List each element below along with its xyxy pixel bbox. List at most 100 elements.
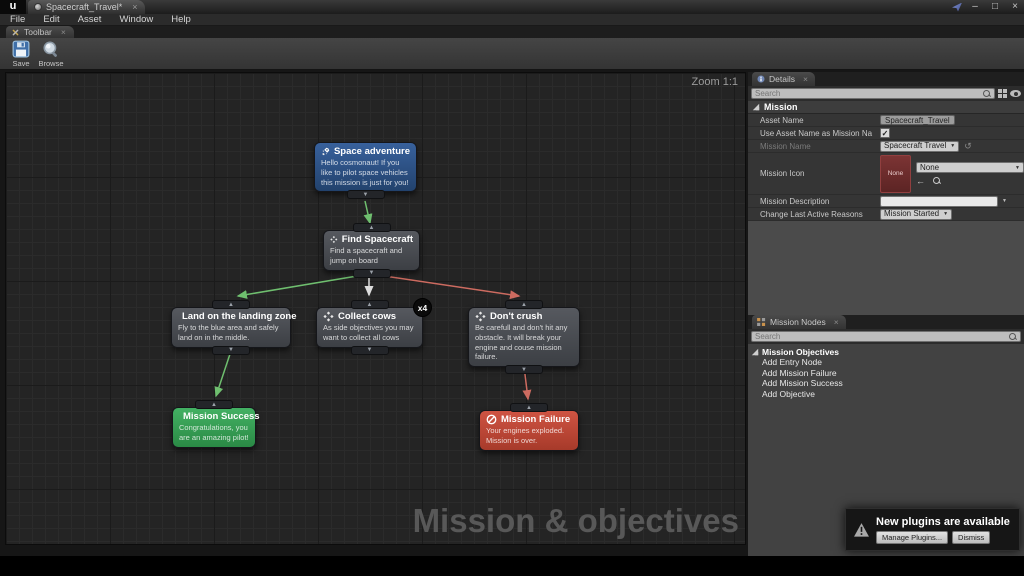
mission-nodes-tab[interactable]: Mission Nodes ×	[752, 315, 846, 329]
no-entry-icon	[486, 414, 497, 425]
chevron-down-icon: ▼	[1015, 164, 1020, 171]
use-asset-name-checkbox[interactable]: ✓	[880, 128, 890, 138]
use-asset-name-label: Use Asset Name as Mission Na	[760, 128, 873, 138]
node-title: Don't crush	[490, 311, 543, 322]
output-pin[interactable]: ▼	[352, 268, 391, 278]
input-pin[interactable]: ▲	[352, 223, 391, 232]
input-pin[interactable]: ▲	[350, 300, 389, 309]
chevron-down-icon: ▼	[943, 211, 949, 217]
node-title: Find Spacecraft	[341, 234, 413, 245]
chevron-down-icon[interactable]: ▼	[1002, 198, 1007, 204]
use-asset-name-row: Use Asset Name as Mission Na ✓	[748, 127, 1024, 140]
last-active-reasons-dropdown[interactable]: Mission Started ▼	[880, 208, 953, 220]
mission-icon-row: Mission Icon None None ▼ ←	[748, 153, 1024, 195]
add-objective-item[interactable]: Add Objective	[748, 389, 1024, 400]
menu-window[interactable]: Window	[119, 14, 153, 25]
mission-objectives-category[interactable]: Mission Objectives	[748, 346, 1024, 357]
menu-asset[interactable]: Asset	[78, 14, 102, 25]
objective-diamond-icon	[475, 311, 486, 322]
details-tab-label: Details	[769, 74, 795, 84]
mission-icon-dropdown[interactable]: None ▼	[916, 162, 1024, 173]
browse-asset-icon[interactable]	[933, 177, 941, 185]
node-collect-cows[interactable]: Collect cows As side objectives you may …	[316, 298, 432, 355]
details-empty-area	[748, 221, 1024, 315]
details-search-row	[748, 86, 1024, 101]
wrench-icon	[12, 29, 19, 35]
menu-file[interactable]: File	[10, 14, 25, 25]
add-entry-node-item[interactable]: Add Entry Node	[748, 357, 1024, 368]
reset-to-default-icon[interactable]: ↺	[964, 141, 972, 152]
node-description: Be carefull and don't hit any obstacle. …	[475, 323, 568, 362]
chevron-down-icon: ▼	[950, 143, 956, 149]
manage-plugins-button[interactable]: Manage Plugins...	[876, 530, 949, 544]
node-description: Hello cosmonaut! If you like to pilot sp…	[321, 158, 409, 187]
count-badge: x4	[413, 298, 432, 317]
mission-description-input[interactable]	[880, 195, 998, 207]
input-pin[interactable]: ▲	[212, 300, 250, 309]
node-description: Find a spacecraft and jump on board	[330, 246, 403, 265]
rocket-icon	[322, 147, 330, 156]
asset-tab[interactable]: Spacecraft_Travel* ×	[28, 0, 146, 14]
asset-name-label: Asset Name	[760, 115, 804, 125]
asset-tab-close-icon[interactable]: ×	[132, 2, 137, 12]
node-mission-success[interactable]: Mission Success Congratulations, you are…	[172, 400, 260, 448]
input-pin[interactable]: ▲	[195, 400, 233, 409]
menu-bar: File Edit Asset Window Help	[0, 14, 1024, 26]
details-search-input[interactable]	[755, 89, 983, 98]
node-dont-crush[interactable]: Don't crush Be carefull and don't hit an…	[468, 300, 580, 374]
node-title: Land on the landing zone	[182, 311, 297, 322]
node-find-spacecraft[interactable]: Find Spacecraft Find a spacecraft and ju…	[323, 223, 420, 278]
warning-triangle-icon	[853, 522, 869, 537]
mission-name-label: Mission Name	[760, 141, 811, 151]
details-search-field[interactable]	[751, 88, 995, 99]
mission-graph-canvas[interactable]: Zoom 1:1 Mission & objectives Space adve…	[5, 72, 746, 545]
mission-nodes-panel-icon	[757, 318, 766, 326]
menu-edit[interactable]: Edit	[43, 14, 59, 25]
node-space-adventure[interactable]: Space adventure Hello cosmonaut! If you …	[314, 142, 417, 200]
input-pin[interactable]: ▲	[510, 403, 548, 412]
browse-button[interactable]: Browse	[36, 40, 66, 69]
feedback-icon[interactable]	[952, 2, 962, 12]
last-active-reasons-label: Change Last Active Reasons	[760, 209, 863, 219]
save-button[interactable]: Save	[6, 40, 36, 69]
graph-watermark: Mission & objectives	[412, 502, 739, 539]
last-active-reasons-value: Mission Started	[884, 209, 940, 218]
details-tab[interactable]: Details ×	[752, 72, 815, 86]
zoom-level-label: Zoom 1:1	[691, 76, 738, 88]
output-pin[interactable]: ▼	[350, 345, 389, 355]
details-tab-close-icon[interactable]: ×	[803, 74, 808, 84]
save-floppy-icon	[12, 40, 30, 58]
display-filter-icon[interactable]	[998, 89, 1007, 98]
mission-icon-label: Mission Icon	[760, 169, 805, 178]
mission-icon-thumbnail[interactable]: None	[880, 154, 911, 193]
output-pin[interactable]: ▼	[505, 365, 543, 374]
plugins-notification: New plugins are available Manage Plugins…	[845, 508, 1020, 551]
use-selected-asset-icon[interactable]: ←	[916, 177, 925, 186]
window-controls: – □ ×	[952, 1, 1022, 13]
mission-nodes-tab-close-icon[interactable]: ×	[834, 317, 839, 327]
output-pin[interactable]: ▼	[346, 190, 385, 200]
main-toolbar: Save Browse	[0, 38, 1024, 70]
dismiss-button[interactable]: Dismiss	[952, 530, 991, 544]
maximize-button[interactable]: □	[988, 1, 1002, 13]
toolbar-tab-close-icon[interactable]: ×	[61, 27, 66, 37]
visibility-eye-icon[interactable]	[1010, 90, 1021, 97]
menu-help[interactable]: Help	[171, 14, 191, 25]
last-active-reasons-row: Change Last Active Reasons Mission Start…	[748, 208, 1024, 221]
input-pin[interactable]: ▲	[505, 300, 543, 309]
mission-icon-value: None	[920, 162, 940, 172]
toolbar-tab[interactable]: Toolbar ×	[6, 26, 74, 38]
node-mission-failure[interactable]: Mission Failure Your engines exploded. M…	[479, 403, 579, 451]
add-mission-success-item[interactable]: Add Mission Success	[748, 378, 1024, 389]
mission-nodes-search-input[interactable]	[755, 332, 1009, 341]
add-mission-failure-item[interactable]: Add Mission Failure	[748, 368, 1024, 379]
mission-description-label: Mission Description	[760, 196, 830, 206]
mission-nodes-search-field[interactable]	[751, 331, 1021, 342]
expand-arrow-icon	[751, 348, 759, 355]
minimize-button[interactable]: –	[968, 1, 982, 13]
node-land-on-landing-zone[interactable]: Land on the landing zone Fly to the blue…	[171, 300, 297, 355]
output-pin[interactable]: ▼	[212, 345, 250, 355]
close-button[interactable]: ×	[1008, 1, 1022, 13]
mission-name-dropdown[interactable]: Spacecraft Travel ▼	[880, 140, 960, 152]
mission-section-header[interactable]: Mission	[748, 101, 1024, 114]
